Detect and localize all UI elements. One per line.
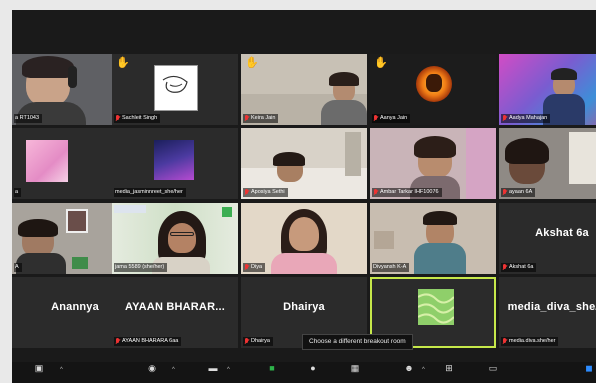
- reactions-icon: ☻: [404, 363, 414, 373]
- chevron-up-icon[interactable]: ^: [227, 367, 230, 373]
- participant-name: Ambar Tarkar IHF10076: [372, 188, 442, 197]
- participant-name: media_jasminnreet_she/her: [114, 188, 186, 197]
- chevron-up-icon[interactable]: ^: [422, 367, 425, 373]
- participant-display-name: Dhairya: [283, 301, 325, 313]
- participant-name: Aposiya Sethi: [243, 188, 288, 197]
- video-tile[interactable]: media_diva_she/her media.diva.she/her: [499, 277, 596, 348]
- participant-display-name: AYAAN BHARAR...: [125, 301, 225, 313]
- record-button[interactable]: ●: [308, 364, 318, 381]
- notification-button[interactable]: ◼: [584, 364, 594, 381]
- participant-name: Akshat 6a: [501, 263, 537, 272]
- mic-muted-icon: [373, 115, 378, 122]
- participant-name: a RT1043: [14, 114, 43, 123]
- breakout-rooms-icon: ▦: [350, 363, 360, 373]
- chat-button[interactable]: ▬: [208, 364, 218, 381]
- video-tile[interactable]: Aposiya Sethi: [241, 128, 367, 199]
- share-screen-button[interactable]: ■: [267, 364, 277, 381]
- participant-name: Keira Jain: [243, 114, 279, 123]
- participant-name: Divyansh K-A: [372, 263, 410, 272]
- video-tile[interactable]: AYAAN BHARAR... AYAAN BHARARA 6aa: [112, 277, 238, 348]
- meeting-toolbar: ▣ ^ ◉ ^ ▬ ^ ■ ● ▦ ☻ ^ ⊞ ▭ ◼: [12, 362, 596, 383]
- mic-muted-icon: [373, 189, 378, 196]
- video-tile[interactable]: Ambar Tarkar IHF10076: [370, 128, 496, 199]
- raised-hand-icon: ✋: [245, 57, 259, 69]
- video-tile[interactable]: ✋ Aanya Jain: [370, 54, 496, 125]
- participant-name: Aanya Jain: [372, 114, 411, 123]
- video-button[interactable]: ▣: [34, 364, 44, 381]
- video-tile[interactable]: Diya: [241, 203, 367, 274]
- zoom-meeting-window: a RT1043 ✋ Sachleit Singh ✋ Keira Jain ✋…: [12, 10, 596, 383]
- participant-name: A: [14, 263, 22, 272]
- reactions-button[interactable]: ☻: [404, 364, 414, 381]
- participants-button[interactable]: ◉: [147, 364, 157, 381]
- raised-hand-icon: ✋: [374, 57, 388, 69]
- whiteboard-icon: ▭: [488, 363, 498, 373]
- chevron-up-icon[interactable]: ^: [172, 367, 175, 373]
- participants-icon: ◉: [148, 363, 156, 373]
- participant-name: AYAAN BHARARA 6aa: [114, 337, 182, 346]
- video-tile[interactable]: ✋ Keira Jain: [241, 54, 367, 125]
- mic-muted-icon: [244, 338, 249, 345]
- mic-muted-icon: [244, 264, 249, 271]
- chevron-up-icon[interactable]: ^: [60, 367, 63, 373]
- participant-name: jama 5589 (she/her): [114, 263, 168, 272]
- participant-name: Sachleit Singh: [114, 114, 161, 123]
- participant-name: a: [14, 188, 22, 197]
- participant-name: Diya: [243, 263, 266, 272]
- notification-icon: ◼: [585, 363, 593, 373]
- breakout-rooms-button[interactable]: ▦: [350, 364, 360, 381]
- mic-muted-icon: [115, 115, 120, 122]
- mic-muted-icon: [502, 115, 507, 122]
- apps-icon: ⊞: [445, 363, 453, 373]
- video-tile[interactable]: media_jasminnreet_she/her: [112, 128, 238, 199]
- mic-muted-icon: [244, 115, 249, 122]
- video-tile[interactable]: Akshat 6a Akshat 6a: [499, 203, 596, 274]
- mic-muted-icon: [502, 264, 507, 271]
- breakout-room-tooltip: Choose a different breakout room: [302, 334, 413, 350]
- video-tile[interactable]: ✋ Sachleit Singh: [112, 54, 238, 125]
- participant-name: Dhairya: [243, 337, 273, 346]
- participant-name: Aadya Mahajan: [501, 114, 551, 123]
- raised-hand-icon: ✋: [116, 57, 130, 69]
- apps-button[interactable]: ⊞: [444, 364, 454, 381]
- top-bar: [12, 10, 596, 52]
- video-off-icon: ▣: [34, 363, 44, 373]
- participant-name: ayaan 6A: [501, 188, 536, 197]
- participant-display-name: Akshat 6a: [535, 227, 589, 239]
- chat-icon: ▬: [208, 363, 218, 373]
- whiteboard-button[interactable]: ▭: [488, 364, 498, 381]
- video-tile[interactable]: jama 5589 (she/her): [112, 203, 238, 274]
- video-tile[interactable]: ayaan 6A: [499, 128, 596, 199]
- video-tile[interactable]: Divyansh K-A: [370, 203, 496, 274]
- mic-muted-icon: [244, 189, 249, 196]
- mic-muted-icon: [502, 189, 507, 196]
- participant-display-name: media_diva_she/her: [507, 301, 596, 313]
- record-icon: ●: [310, 363, 316, 373]
- participant-name: media.diva.she/her: [501, 337, 559, 346]
- video-tile[interactable]: Aadya Mahajan: [499, 54, 596, 125]
- mic-muted-icon: [115, 338, 120, 345]
- mic-muted-icon: [502, 338, 507, 345]
- share-screen-icon: ■: [269, 363, 275, 373]
